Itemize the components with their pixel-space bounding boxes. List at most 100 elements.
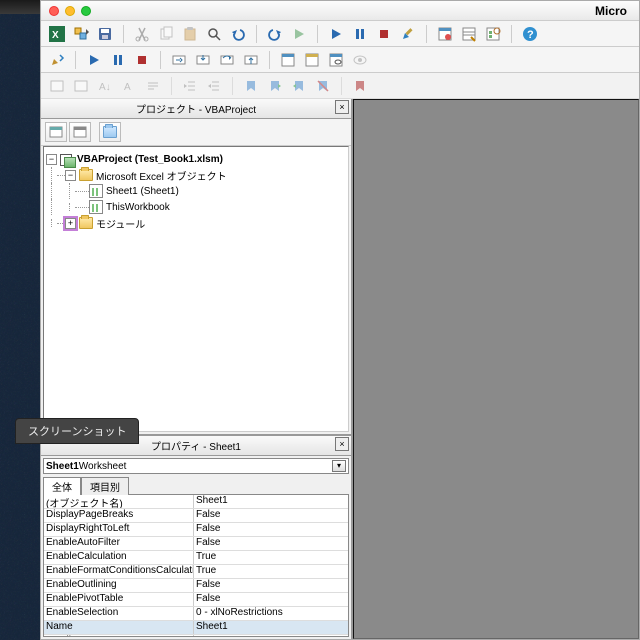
step-over-icon[interactable] (217, 50, 237, 70)
reset-icon[interactable] (132, 50, 152, 70)
property-name: EnableCalculation (44, 551, 194, 564)
property-name: Name (44, 621, 194, 634)
comment-block-icon[interactable] (350, 76, 370, 96)
property-row[interactable]: EnableOutliningFalse (44, 579, 348, 593)
project-explorer-icon[interactable] (435, 24, 455, 44)
zoom-window-button[interactable] (81, 6, 91, 16)
insert-dropdown-icon[interactable] (71, 24, 91, 44)
project-tree[interactable]: − VBAProject (Test_Book1.xlsm) − Microso… (43, 146, 349, 432)
toggle-bookmark-icon[interactable] (241, 76, 261, 96)
property-row[interactable]: EnableAutoFilterFalse (44, 537, 348, 551)
excel-app-icon[interactable]: X (47, 24, 67, 44)
undo-icon[interactable] (228, 24, 248, 44)
project-panel-close-button[interactable]: × (335, 100, 349, 114)
complete-word-icon (143, 76, 163, 96)
properties-grid[interactable]: (オブジェクト名)Sheet1DisplayPageBreaksFalseDis… (43, 494, 349, 637)
quick-watch-icon[interactable] (350, 50, 370, 70)
property-row[interactable]: EnableFormatConditionsCalculationTrue (44, 565, 348, 579)
property-value[interactable] (194, 635, 348, 637)
next-bookmark-icon[interactable] (265, 76, 285, 96)
watch-window-icon[interactable] (326, 50, 346, 70)
toggle-breakpoint-icon[interactable] (169, 50, 189, 70)
locals-window-icon[interactable] (278, 50, 298, 70)
property-value[interactable]: 0 - xlNoRestrictions (194, 607, 348, 620)
list-properties-icon (47, 76, 67, 96)
property-value[interactable]: Sheet1 (194, 495, 348, 508)
titlebar: Micro (41, 1, 639, 21)
tree-excel-objects[interactable]: − Microsoft Excel オブジェクト (46, 167, 346, 183)
property-row[interactable]: DisplayRightToLeftFalse (44, 523, 348, 537)
dropdown-arrow-icon[interactable]: ▾ (332, 460, 346, 472)
tab-all[interactable]: 全体 (43, 477, 81, 495)
cut-icon[interactable] (132, 24, 152, 44)
svg-text:?: ? (527, 29, 534, 41)
redo-icon[interactable] (265, 24, 285, 44)
tree-root[interactable]: − VBAProject (Test_Book1.xlsm) (46, 151, 346, 167)
property-name: EnableSelection (44, 607, 194, 620)
pause-icon[interactable] (350, 24, 370, 44)
collapse-icon[interactable]: − (65, 170, 76, 181)
tab-categorized[interactable]: 項目別 (81, 477, 129, 495)
indent-icon (180, 76, 200, 96)
property-value[interactable]: True (194, 565, 348, 578)
view-code-button[interactable] (45, 122, 67, 142)
step-into-icon[interactable] (193, 50, 213, 70)
property-row[interactable]: ScrollArea (44, 635, 348, 637)
property-value[interactable]: False (194, 593, 348, 606)
tree-modules[interactable]: + モジュール (46, 215, 346, 231)
property-value[interactable]: True (194, 551, 348, 564)
property-row[interactable]: EnablePivotTableFalse (44, 593, 348, 607)
property-name: DisplayPageBreaks (44, 509, 194, 522)
paste-icon[interactable] (180, 24, 200, 44)
stop-icon[interactable] (374, 24, 394, 44)
vbe-window: Micro X ? (40, 0, 640, 640)
parameter-info-icon: A (119, 76, 139, 96)
minimize-window-button[interactable] (65, 6, 75, 16)
view-object-button[interactable] (69, 122, 91, 142)
properties-panel-close-button[interactable]: × (335, 437, 349, 451)
worksheet-icon (89, 184, 103, 198)
list-constants-icon (71, 76, 91, 96)
workbook-icon (89, 200, 103, 214)
property-row[interactable]: (オブジェクト名)Sheet1 (44, 495, 348, 509)
object-selector[interactable]: Sheet1 Worksheet ▾ (43, 458, 349, 474)
help-icon[interactable]: ? (520, 24, 540, 44)
compile-icon[interactable] (47, 50, 67, 70)
tree-thisworkbook[interactable]: ThisWorkbook (46, 199, 346, 215)
prev-bookmark-icon[interactable] (289, 76, 309, 96)
step-out-icon[interactable] (241, 50, 261, 70)
run-sub-icon[interactable] (84, 50, 104, 70)
main-toolbar: X ? (41, 21, 639, 47)
property-row[interactable]: NameSheet1 (44, 621, 348, 635)
clear-bookmarks-icon[interactable] (313, 76, 333, 96)
svg-text:X: X (52, 30, 59, 41)
design-mode-icon[interactable] (398, 24, 418, 44)
toggle-folders-button[interactable] (99, 122, 121, 142)
property-name: ScrollArea (44, 635, 194, 637)
properties-window-icon[interactable] (459, 24, 479, 44)
tree-sheet1[interactable]: Sheet1 (Sheet1) (46, 183, 346, 199)
break-icon[interactable] (108, 50, 128, 70)
project-panel-title: プロジェクト - VBAProject × (41, 99, 351, 119)
property-value[interactable]: False (194, 579, 348, 592)
property-value[interactable]: False (194, 523, 348, 536)
expand-modules-icon[interactable]: + (65, 218, 76, 229)
edit-toolbar: A↓ A (41, 73, 639, 99)
property-row[interactable]: DisplayPageBreaksFalse (44, 509, 348, 523)
property-value[interactable]: False (194, 509, 348, 522)
collapse-icon[interactable]: − (46, 154, 57, 165)
property-value[interactable]: Sheet1 (194, 621, 348, 634)
property-row[interactable]: EnableSelection0 - xlNoRestrictions (44, 607, 348, 621)
property-value[interactable]: False (194, 537, 348, 550)
property-row[interactable]: EnableCalculationTrue (44, 551, 348, 565)
save-icon[interactable] (95, 24, 115, 44)
close-window-button[interactable] (49, 6, 59, 16)
copy-icon[interactable] (156, 24, 176, 44)
run-icon[interactable] (326, 24, 346, 44)
find-icon[interactable] (204, 24, 224, 44)
run-continue-icon[interactable] (289, 24, 309, 44)
debug-toolbar (41, 47, 639, 73)
immediate-window-icon[interactable] (302, 50, 322, 70)
code-mdi-area (353, 99, 639, 639)
object-browser-icon[interactable] (483, 24, 503, 44)
